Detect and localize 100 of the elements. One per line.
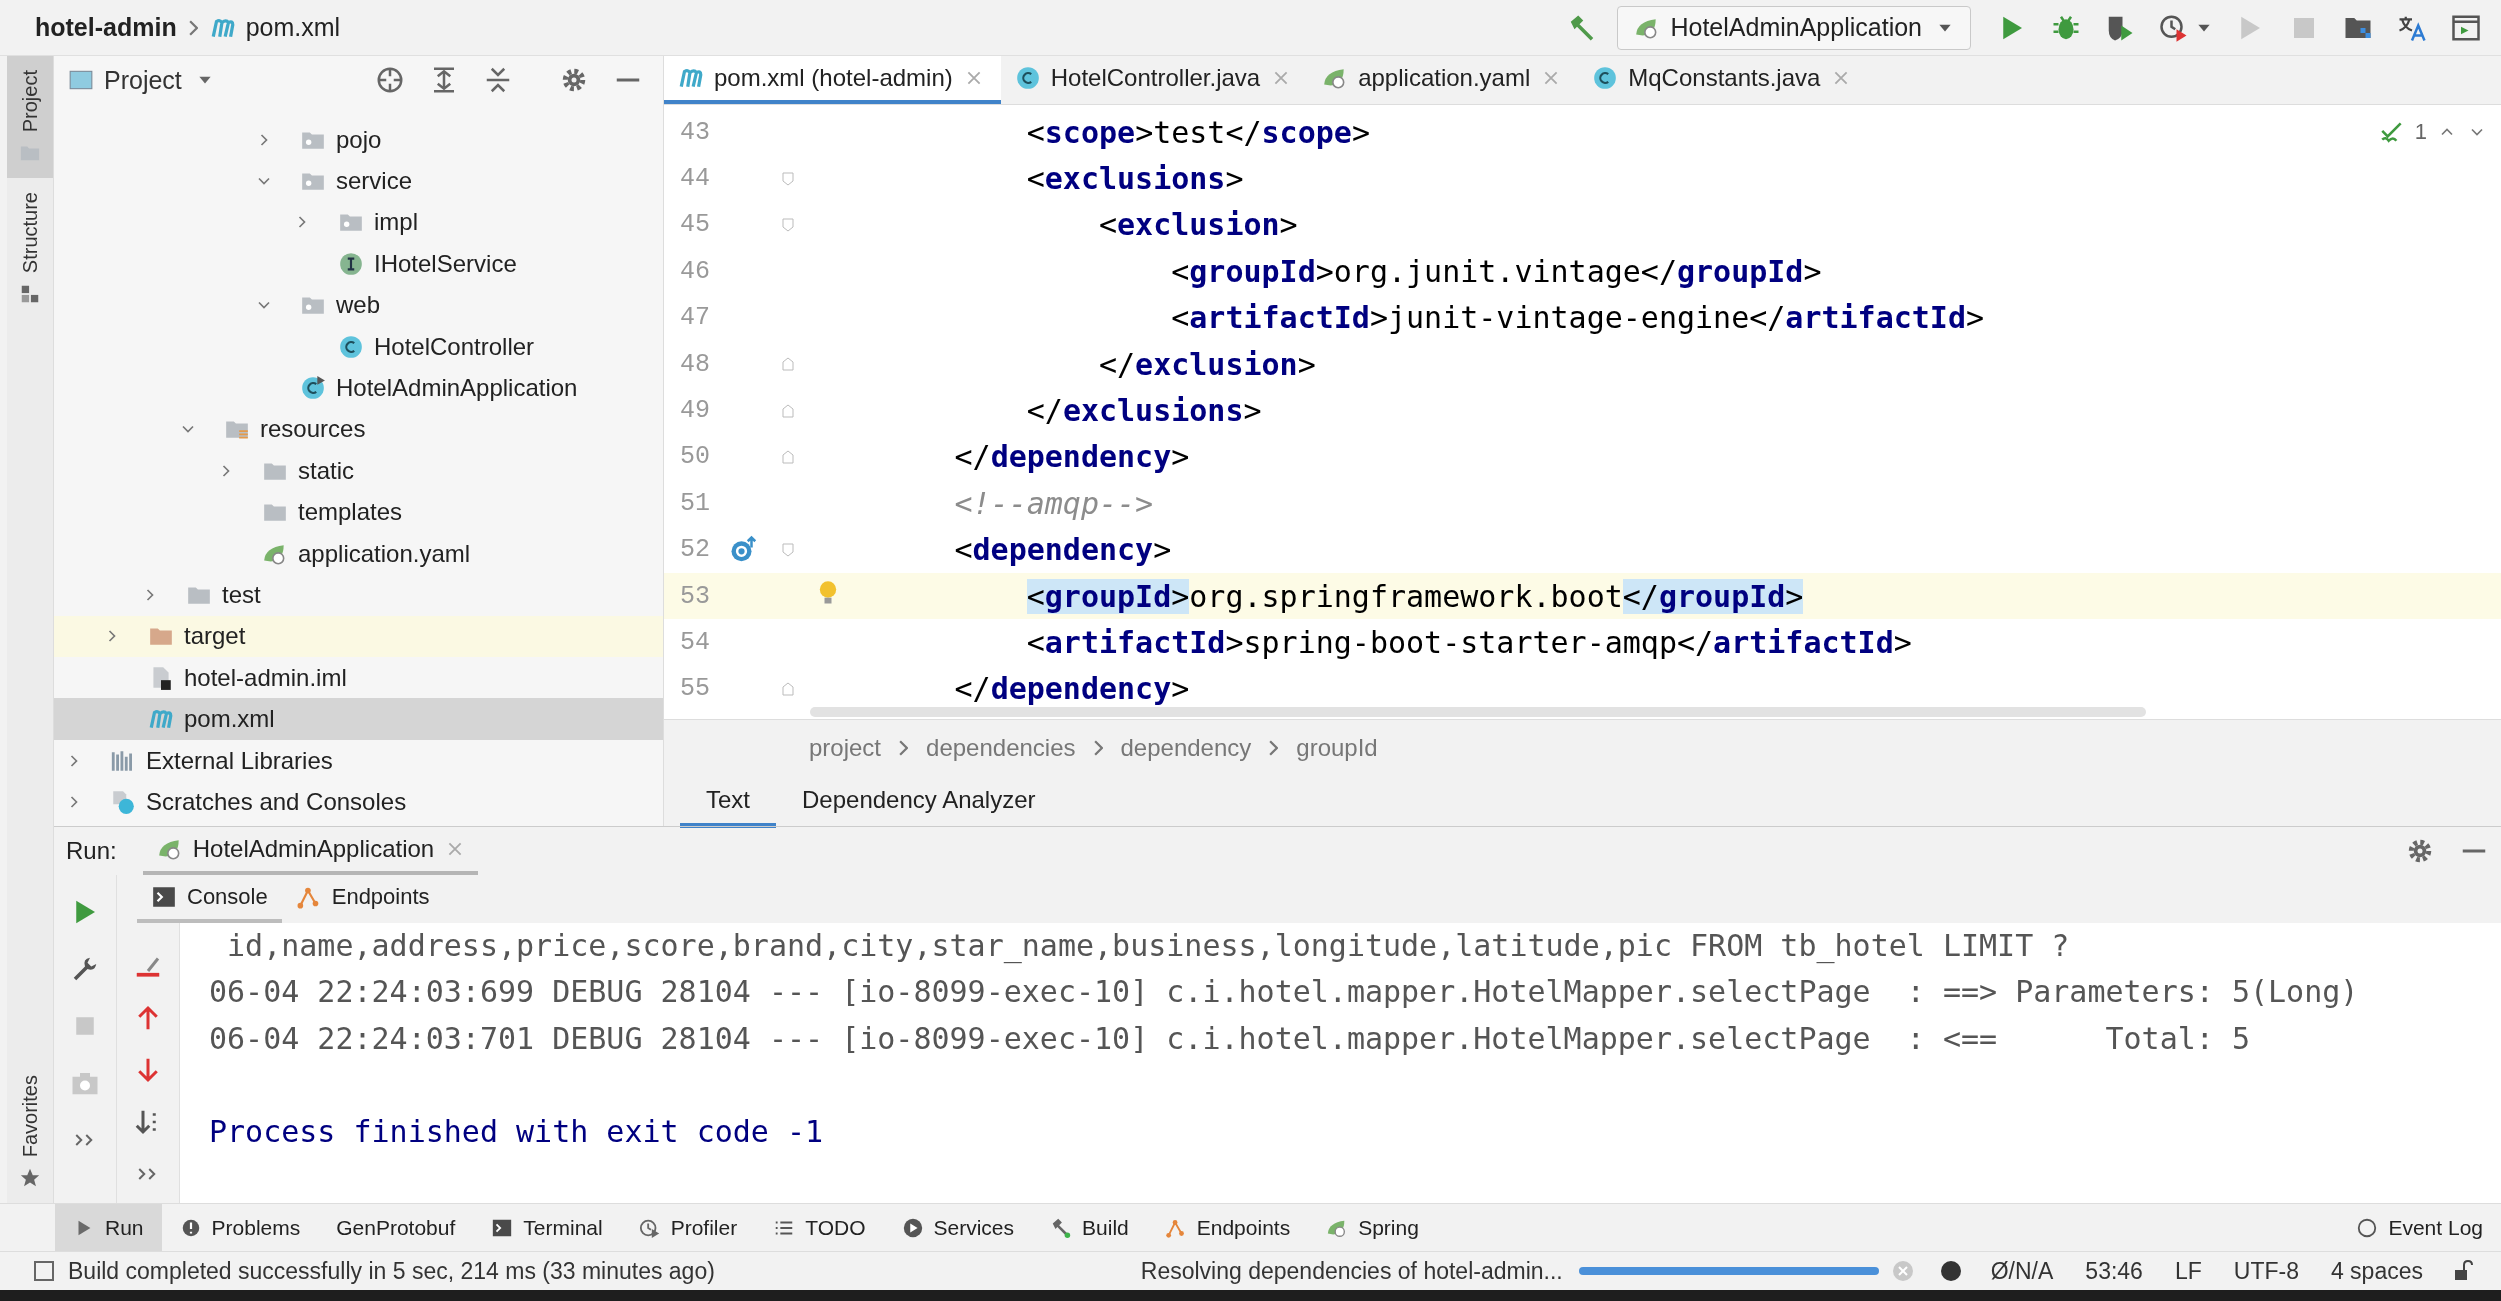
tool-window-tab[interactable]: Structure xyxy=(7,178,53,320)
breadcrumb-item[interactable]: groupId xyxy=(1296,734,1378,762)
line-number: 55 xyxy=(679,674,711,704)
fold-marker-icon[interactable] xyxy=(780,356,796,373)
tree-item[interactable]: HotelController xyxy=(54,325,663,368)
console-line: 06-04 22:24:03:701 DEBUG 28104 --- [io-8099-exec-10] c.i.hotel.mapper.HotelMapper.selectPage : <== Total: 5 xyxy=(209,1019,2251,1058)
tree-item[interactable]: IHotelService xyxy=(54,243,663,285)
interface-icon xyxy=(338,250,364,277)
star-icon xyxy=(19,1167,41,1189)
editor-tab[interactable]: HotelController.java xyxy=(1000,56,1309,104)
breadcrumb-item[interactable]: dependency xyxy=(1120,734,1252,762)
scratch-file-icon xyxy=(110,788,136,815)
inspection-widget[interactable]: 1 xyxy=(2378,119,2487,145)
tool-window-button[interactable]: Spring xyxy=(1308,1204,1437,1251)
status-message: Build completed successfully in 5 sec, 214 ms (33 minutes ago) xyxy=(68,1257,715,1285)
separator-icon xyxy=(1093,740,1103,756)
tree-item[interactable]: test xyxy=(54,574,663,616)
tree-item[interactable]: application.yaml xyxy=(54,532,663,575)
status-item[interactable]: 53:46 xyxy=(2085,1257,2143,1285)
line-number: 47 xyxy=(679,303,711,333)
scrollbar[interactable] xyxy=(810,707,2146,717)
fold-marker-icon[interactable] xyxy=(780,448,796,465)
editor-tab[interactable]: pom.xml (hotel-admin) xyxy=(664,56,1001,104)
hammer-icon xyxy=(1050,1216,1073,1239)
code-line: <!--amqp--> xyxy=(953,485,1154,521)
breadcrumb-item[interactable]: hotel-admin xyxy=(35,13,177,42)
tool-window-tab[interactable]: Favorites xyxy=(7,1060,53,1203)
tree-item[interactable]: HotelAdminApplication xyxy=(54,367,663,409)
tree-item[interactable]: resources xyxy=(54,408,663,451)
tool-window-button[interactable]: Terminal xyxy=(473,1204,621,1251)
tool-window-button[interactable]: Run xyxy=(55,1204,162,1251)
window-icon[interactable] xyxy=(32,1259,56,1283)
task-text[interactable]: Resolving dependencies of hotel-admin... xyxy=(1140,1257,1563,1285)
fold-marker-icon[interactable] xyxy=(780,170,796,187)
tree-item[interactable]: pom.xml xyxy=(54,698,663,740)
console-line: Process finished with exit code -1 xyxy=(209,1112,825,1151)
tool-window-button[interactable]: GenProtobuf xyxy=(318,1204,474,1251)
line-number: 52 xyxy=(679,535,711,565)
breadcrumb-item[interactable]: dependencies xyxy=(926,734,1076,762)
view-tab[interactable]: Dependency Analyzer xyxy=(776,776,1062,828)
status-item[interactable]: UTF-8 xyxy=(2233,1257,2299,1285)
separator-icon xyxy=(188,19,198,36)
tool-window-button[interactable]: Problems xyxy=(161,1204,319,1251)
console-line: id,name,address,price,score,brand,city,star_name,business,longitude,latitude,pic FROM tb_hotel LIMIT ? xyxy=(226,927,2071,966)
tree-item[interactable]: service xyxy=(54,160,663,202)
fold-marker-icon[interactable] xyxy=(780,541,796,558)
status-item[interactable]: LF xyxy=(2174,1257,2202,1285)
tree-item[interactable]: web xyxy=(54,284,663,326)
console-line: 06-04 22:24:03:699 DEBUG 28104 --- [io-8099-exec-10] c.i.hotel.mapper.HotelMapper.selectPage : ==> Parameters: 5(Long) xyxy=(209,973,2360,1012)
code-line: </exclusions> xyxy=(1025,393,1262,429)
tool-window-button[interactable]: Endpoints xyxy=(1146,1204,1309,1251)
fold-marker-icon[interactable] xyxy=(780,402,796,419)
code-line: </exclusion> xyxy=(1098,346,1316,382)
tool-window-button[interactable]: Services xyxy=(883,1204,1033,1251)
tree-item[interactable]: pojo xyxy=(54,119,663,161)
run-tab[interactable]: HotelAdminApplication xyxy=(142,827,479,875)
tool-window-button[interactable]: Build xyxy=(1032,1204,1147,1251)
breadcrumb-item[interactable]: project xyxy=(809,734,882,762)
locate-icon[interactable] xyxy=(375,65,405,95)
tool-window-button[interactable]: Profiler xyxy=(620,1204,756,1251)
tree-item[interactable]: static xyxy=(54,450,663,492)
line-number: 51 xyxy=(679,488,711,518)
panel-title[interactable]: Project xyxy=(68,65,214,95)
code-line: </dependency> xyxy=(953,671,1190,707)
event-log-button[interactable]: Event Log xyxy=(2338,1204,2501,1251)
line-number: 49 xyxy=(679,396,711,426)
services-icon xyxy=(901,1216,924,1239)
editor-tab[interactable]: MqConstants.java xyxy=(1578,56,1869,104)
tree-item[interactable]: impl xyxy=(54,201,663,244)
tool-window-button[interactable]: TODO xyxy=(755,1204,884,1251)
code-line: <dependency> xyxy=(953,532,1172,568)
status-item[interactable]: Ø/N/A xyxy=(1990,1257,2054,1285)
code-line: <scope>test</scope> xyxy=(1025,114,1370,150)
tree-item[interactable]: target xyxy=(54,615,663,658)
run-configuration-dropdown[interactable]: HotelAdminApplication xyxy=(1617,5,1971,50)
sphere-icon[interactable] xyxy=(1938,1259,1963,1283)
code-line: <artifactId>spring-boot-starter-amqp</artifactId> xyxy=(1025,625,1912,660)
line-number: 45 xyxy=(679,210,711,240)
fold-marker-icon[interactable] xyxy=(780,680,796,697)
editor-tab[interactable]: application.yaml xyxy=(1308,56,1579,104)
tree-item[interactable]: templates xyxy=(54,491,663,533)
view-tab[interactable]: Text xyxy=(680,776,776,828)
line-number: 44 xyxy=(679,164,711,194)
fold-marker-icon[interactable] xyxy=(780,216,796,233)
tree-item[interactable]: hotel-admin.iml xyxy=(54,657,663,699)
breadcrumb-item[interactable]: pom.xml xyxy=(209,13,341,42)
line-number: 54 xyxy=(679,628,711,657)
code-line: <groupId>org.junit.vintage</groupId> xyxy=(1170,253,1822,289)
panel-label: Run: xyxy=(66,837,117,865)
line-number: 46 xyxy=(679,256,711,286)
separator-icon xyxy=(899,740,909,756)
tree-item[interactable]: Scratches and Consoles xyxy=(54,781,663,823)
class-icon xyxy=(1014,65,1041,91)
tree-item[interactable]: External Libraries xyxy=(54,739,663,782)
status-item[interactable]: 4 spaces xyxy=(2330,1257,2423,1285)
console-tab[interactable]: Endpoints xyxy=(281,875,444,923)
separator-icon xyxy=(1269,740,1279,756)
class-icon xyxy=(1592,65,1619,91)
class-icon xyxy=(338,333,364,360)
tool-window-tab[interactable]: Project xyxy=(7,56,53,179)
